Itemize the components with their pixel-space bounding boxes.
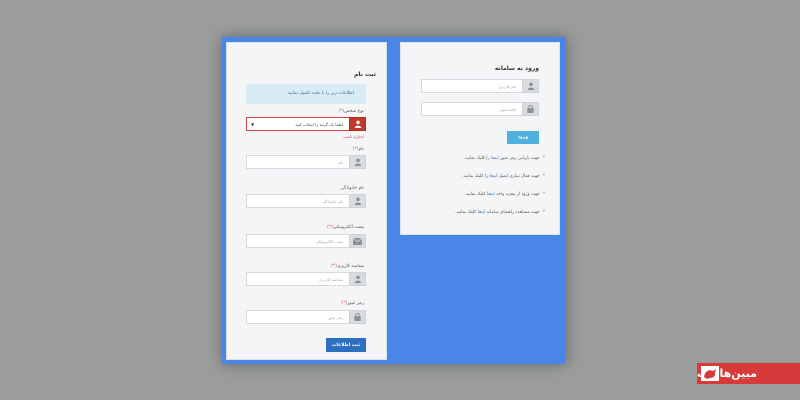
password-input[interactable]: رمز عبور xyxy=(246,310,349,324)
forms-frame: ثبت نام اطلاعات زیر را با دقت تکمیل نمای… xyxy=(222,37,566,364)
user-icon xyxy=(522,79,539,93)
name-label: نام(*) xyxy=(352,147,364,152)
person-type-select[interactable]: لطفا یک گزینه را انتخاب کنید ▼ xyxy=(246,117,349,131)
name-group: نام xyxy=(246,155,366,169)
user-icon xyxy=(349,194,366,208)
user-icon xyxy=(349,155,366,169)
password-label: رمز عبور(*) xyxy=(341,301,364,306)
email-label: پست الکترونیکی(*) xyxy=(327,225,364,230)
note-system-guide: *جهت مشاهده راهنمای سامانه اینجا کلیک نم… xyxy=(455,210,545,215)
person-type-label: نوع شخص(*) xyxy=(338,109,364,114)
login-panel: ورود به سامانه نام کاربری کلمه عبور ورود… xyxy=(400,42,560,235)
note-single-window: *جهت ورود از پنجره واحد اینجا کلیک نمایی… xyxy=(464,192,545,197)
caret-down-icon: ▼ xyxy=(251,121,255,127)
password-group: رمز عبور xyxy=(246,310,366,324)
username-input[interactable]: شناسه کاربری xyxy=(246,272,349,286)
login-username-input[interactable]: نام کاربری xyxy=(421,79,522,93)
brand-logo: مبین‌هاست xyxy=(697,363,800,384)
logo-mark-icon xyxy=(701,366,719,381)
person-type-group: لطفا یک گزینه را انتخاب کنید ▼ xyxy=(246,117,366,131)
recover-password-link[interactable]: اینجا xyxy=(491,156,499,161)
lastname-group: نام خانوادگی xyxy=(246,194,366,208)
info-alert: اطلاعات زیر را با دقت تکمیل نمایید xyxy=(246,84,366,104)
username-label: شناسه کاربری(*) xyxy=(331,264,364,269)
login-password-group: کلمه عبور xyxy=(421,102,539,116)
note-recover-password: *جهت بازیابی رمز عبور اینجا را کلیک نمای… xyxy=(463,156,545,161)
lock-icon xyxy=(522,102,539,116)
activate-email-link[interactable]: اینجا xyxy=(489,174,497,179)
register-panel: ثبت نام اطلاعات زیر را با دقت تکمیل نمای… xyxy=(226,42,387,360)
email-group: پست الکترونیکی xyxy=(246,234,366,248)
single-window-link[interactable]: اینجا xyxy=(487,192,495,197)
login-password-input[interactable]: کلمه عبور xyxy=(421,102,522,116)
system-guide-link[interactable]: اینجا xyxy=(478,210,486,215)
email-input[interactable]: پست الکترونیکی xyxy=(246,234,349,248)
login-username-group: نام کاربری xyxy=(421,79,539,93)
lastname-input[interactable]: نام خانوادگی xyxy=(246,194,349,208)
user-icon xyxy=(349,117,366,131)
login-submit-button[interactable]: ورود xyxy=(507,131,539,144)
lock-icon xyxy=(349,310,366,324)
person-type-error: اجباری است xyxy=(343,134,364,139)
login-title: ورود به سامانه xyxy=(494,65,539,72)
register-submit-button[interactable]: ثبت اطلاعات xyxy=(326,338,366,352)
username-group: شناسه کاربری xyxy=(246,272,366,286)
lastname-label: نام خانوادگی xyxy=(340,186,364,191)
register-title: ثبت نام xyxy=(353,71,376,78)
name-input[interactable]: نام xyxy=(246,155,349,169)
note-activate-email: *جهت فعال سازی ایمیل اینجا را کلیک نمایی… xyxy=(462,174,545,179)
envelope-icon xyxy=(349,234,366,248)
user-icon xyxy=(349,272,366,286)
